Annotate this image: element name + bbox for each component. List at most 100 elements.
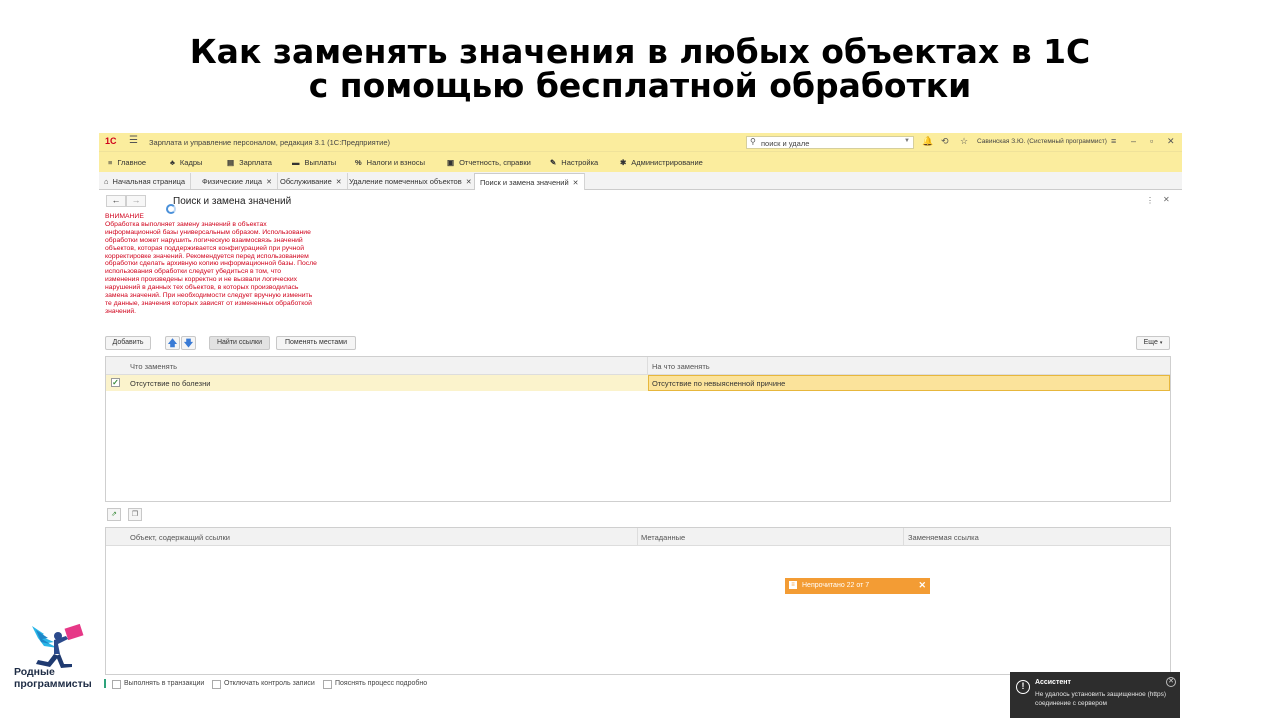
close-icon[interactable]: ✕ xyxy=(918,580,926,591)
tab-label: Начальная страница xyxy=(112,177,186,186)
export-icon[interactable]: ⇗ xyxy=(107,508,121,521)
menu-item-hr[interactable]: ♣ Кадры xyxy=(170,158,202,167)
forward-button[interactable]: → xyxy=(126,195,146,207)
global-search[interactable]: ⚲ ▼ xyxy=(746,136,914,149)
column-what[interactable]: Что заменять xyxy=(130,362,177,371)
menu-item-admin[interactable]: ✱ Администрирование xyxy=(620,158,703,167)
menu-item-settings[interactable]: ✎ Настройка xyxy=(550,158,598,167)
search-input[interactable] xyxy=(761,138,901,148)
main-menu-icon[interactable]: ☰ xyxy=(129,135,138,146)
more-label: Еще xyxy=(1143,339,1158,346)
menu-item-label: Отчетность, справки xyxy=(459,158,531,167)
unread-notification[interactable]: ≡ Непрочитано 22 от 7 ✕ xyxy=(785,578,930,594)
brand-name: Родные программисты xyxy=(14,666,92,690)
minimize-icon[interactable]: – xyxy=(1131,136,1136,146)
current-user[interactable]: Савинская З.Ю. (Системный программист) xyxy=(977,138,1107,145)
home-icon: ⌂ xyxy=(104,177,109,186)
column-with[interactable]: На что заменять xyxy=(652,362,710,371)
table-header: Объект, содержащий ссылки Метаданные Зам… xyxy=(106,528,1170,546)
move-down-button[interactable]: 🡇 xyxy=(181,336,196,350)
close-tab-icon[interactable]: ✕ xyxy=(573,180,579,187)
warning-line: обработки может нарушить логическую взаи… xyxy=(105,236,303,244)
close-tab-icon[interactable]: ✕ xyxy=(336,179,342,186)
assistant-title: Ассистент xyxy=(1035,679,1071,686)
info-icon: ! xyxy=(1016,680,1030,694)
arrow-down-icon: 🡇 xyxy=(183,338,194,348)
found-links-table: Объект, содержащий ссылки Метаданные Зам… xyxy=(105,527,1171,675)
close-window-icon[interactable]: ✕ xyxy=(1167,136,1175,147)
menu-item-taxes[interactable]: % Налоги и взносы xyxy=(355,158,425,167)
history-icon[interactable]: ⟲ xyxy=(941,136,949,147)
disable-check-label[interactable]: Отключать контроль записи xyxy=(224,680,315,687)
replace-values-table: Что заменять На что заменять ✓ Отсутстви… xyxy=(105,356,1171,502)
settings-menu-icon[interactable]: ≡ xyxy=(1111,136,1116,146)
arrow-up-icon: 🡅 xyxy=(167,338,178,348)
find-links-button[interactable]: Найти ссылки xyxy=(209,336,270,350)
warning-line: изменения произведены корректно и не выз… xyxy=(105,276,298,284)
menu-item-payments[interactable]: ▬ Выплаты xyxy=(292,158,336,167)
transaction-label[interactable]: Выполнять в транзакции xyxy=(124,680,204,687)
column-replaced-link[interactable]: Заменяемая ссылка xyxy=(908,533,979,542)
tab-label: Удаление помеченных объектов xyxy=(349,177,462,186)
1c-logo-icon: 1С xyxy=(105,136,117,146)
menu-item-label: Настройка xyxy=(561,158,599,167)
menu-item-reports[interactable]: ▣ Отчетность, справки xyxy=(447,158,531,167)
menu-item-label: Кадры xyxy=(179,158,203,167)
tab-individuals[interactable]: Физические лица ✕ xyxy=(197,173,278,189)
warning-line: те данные, значения которых зависят от и… xyxy=(105,299,312,307)
bell-icon[interactable]: 🔔 xyxy=(922,136,933,147)
percent-icon: % xyxy=(355,158,362,167)
column-object[interactable]: Объект, содержащий ссылки xyxy=(130,533,230,542)
tab-home[interactable]: ⌂ Начальная страница xyxy=(99,173,192,189)
close-icon[interactable]: ✕ xyxy=(1166,677,1176,687)
tab-label: Физические лица xyxy=(202,177,263,186)
cell-what[interactable]: Отсутствие по болезни xyxy=(130,379,210,388)
copy-icon[interactable]: ❐ xyxy=(128,508,142,521)
close-form-icon[interactable]: ✕ xyxy=(1163,195,1170,204)
cell-with[interactable]: Отсутствие по невыясненной причине xyxy=(648,375,1170,391)
people-icon: ♣ xyxy=(170,158,175,167)
close-tab-icon[interactable]: ✕ xyxy=(266,179,272,186)
close-tab-icon[interactable]: ✕ xyxy=(466,179,472,186)
verbose-label[interactable]: Пояснять процесс подробно xyxy=(335,680,427,687)
star-icon[interactable]: ☆ xyxy=(960,136,968,147)
chevron-down-icon: ▾ xyxy=(1159,340,1163,346)
chevron-down-icon[interactable]: ▼ xyxy=(904,138,910,144)
verbose-checkbox[interactable] xyxy=(323,680,332,689)
row-checkbox[interactable]: ✓ xyxy=(111,378,120,387)
notification-text: Непрочитано 22 от 7 xyxy=(802,582,870,589)
column-divider xyxy=(637,528,638,546)
money-icon: ▬ xyxy=(292,158,300,167)
menu-item-main[interactable]: ≡ Главное xyxy=(108,158,146,167)
disable-check-checkbox[interactable] xyxy=(212,680,221,689)
maximize-icon[interactable]: ▫ xyxy=(1150,136,1153,146)
menu-item-label: Главное xyxy=(117,158,147,167)
move-up-button[interactable]: 🡅 xyxy=(165,336,180,350)
brand-line-1: Родные xyxy=(14,666,55,678)
headline-line-2: с помощью бесплатной обработки xyxy=(308,66,972,105)
warning-line: Обработка выполняет замену значений в об… xyxy=(105,220,267,228)
menu-item-salary[interactable]: ▤ Зарплата xyxy=(227,158,272,167)
menu-item-label: Налоги и взносы xyxy=(366,158,425,167)
more-actions-icon[interactable]: ⋮ xyxy=(1146,196,1154,205)
brand-divider xyxy=(104,679,106,688)
add-button[interactable]: Добавить xyxy=(105,336,151,350)
transaction-checkbox[interactable] xyxy=(112,680,121,689)
menu-item-label: Администрирование xyxy=(631,158,703,167)
warning-line: использования обработки следует убедитьс… xyxy=(105,268,282,276)
warning-title: ВНИМАНИЕ xyxy=(105,213,144,220)
more-button[interactable]: Еще ▾ xyxy=(1136,336,1170,350)
tab-delete-marked[interactable]: Удаление помеченных объектов ✕ xyxy=(344,173,478,189)
tab-maintenance[interactable]: Обслуживание ✕ xyxy=(275,173,348,189)
tab-search-replace[interactable]: Поиск и замена значений ✕ xyxy=(474,173,585,190)
warning-text: ВНИМАНИЕ Обработка выполняет замену знач… xyxy=(105,213,331,316)
table-row[interactable]: ✓ Отсутствие по болезни Отсутствие по не… xyxy=(106,375,1170,391)
tab-label: Обслуживание xyxy=(280,177,332,186)
warning-line: информационной базы универсальным образо… xyxy=(105,228,311,236)
menu-item-label: Выплаты xyxy=(304,158,337,167)
warning-line: замена значений. При необходимости следу… xyxy=(105,292,313,300)
swap-button[interactable]: Поменять местами xyxy=(276,336,356,350)
menu-item-label: Зарплата xyxy=(239,158,272,167)
column-metadata[interactable]: Метаданные xyxy=(641,533,685,542)
back-button[interactable]: ← xyxy=(106,195,126,207)
